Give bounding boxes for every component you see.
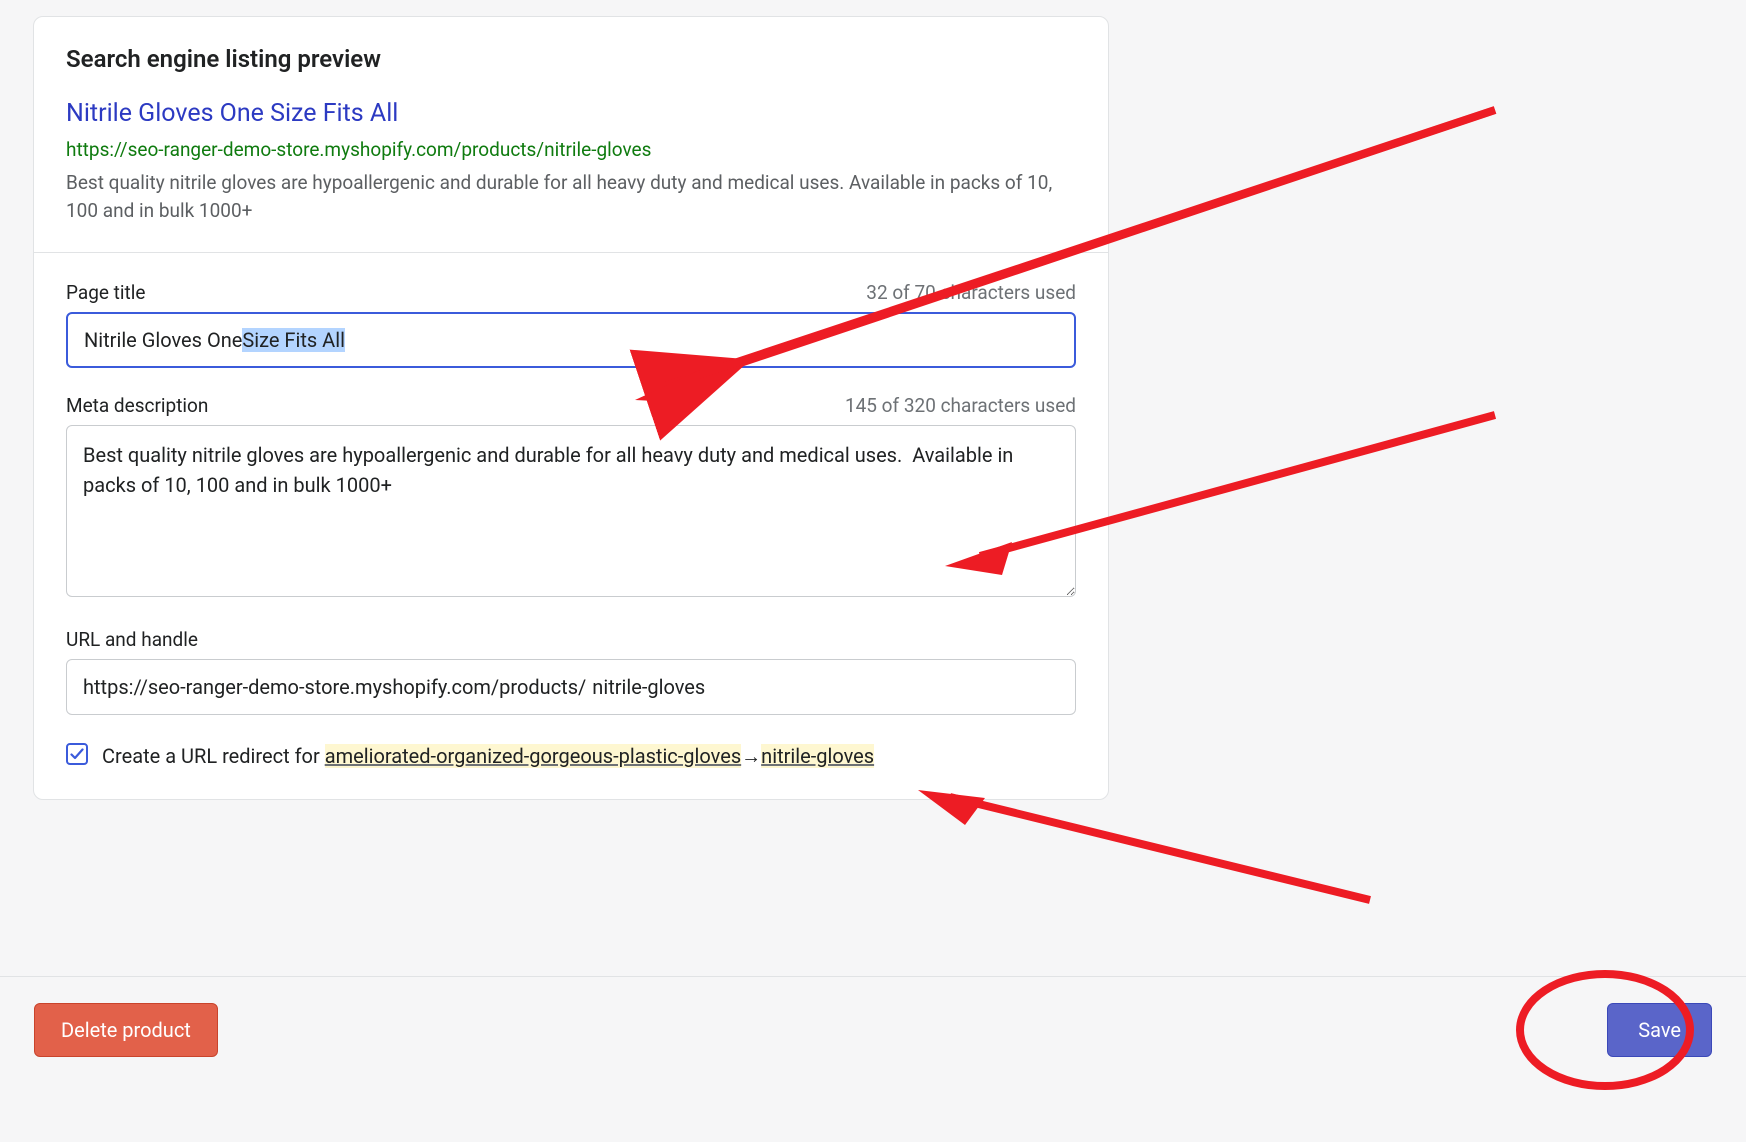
check-icon — [70, 747, 84, 761]
page-title-input[interactable] — [66, 312, 1076, 368]
seo-preview-section: Search engine listing preview Nitrile Gl… — [34, 17, 1108, 252]
seo-form-section: Page title 32 of 70 characters used Nitr… — [34, 252, 1108, 799]
page-title-field: Page title 32 of 70 characters used Nitr… — [66, 281, 1076, 368]
save-button[interactable]: Save — [1607, 1003, 1712, 1057]
seo-preview-url: https://seo-ranger-demo-store.myshopify.… — [66, 138, 1076, 161]
section-title: Search engine listing preview — [66, 45, 1076, 73]
meta-description-counter: 145 of 320 characters used — [845, 394, 1076, 417]
meta-description-field: Meta description 145 of 320 characters u… — [66, 394, 1076, 602]
meta-description-label: Meta description — [66, 394, 208, 417]
url-redirect-row: Create a URL redirect for ameliorated-or… — [66, 741, 1076, 771]
url-handle-input-wrap[interactable]: https://seo-ranger-demo-store.myshopify.… — [66, 659, 1076, 715]
url-handle-field: URL and handle https://seo-ranger-demo-s… — [66, 628, 1076, 715]
url-handle-prefix: https://seo-ranger-demo-store.myshopify.… — [83, 675, 586, 699]
url-handle-input[interactable] — [592, 675, 1059, 699]
meta-description-input[interactable] — [66, 425, 1076, 597]
url-redirect-label: Create a URL redirect for ameliorated-or… — [102, 741, 874, 771]
page-footer: Delete product Save — [0, 976, 1746, 1083]
url-redirect-checkbox[interactable] — [66, 743, 88, 765]
url-handle-label: URL and handle — [66, 628, 198, 651]
seo-preview-description: Best quality nitrile gloves are hypoalle… — [66, 169, 1076, 224]
page-title-label: Page title — [66, 281, 145, 304]
page-title-counter: 32 of 70 characters used — [866, 281, 1076, 304]
seo-card: Search engine listing preview Nitrile Gl… — [33, 16, 1109, 800]
seo-preview-title: Nitrile Gloves One Size Fits All — [66, 99, 1076, 128]
delete-product-button[interactable]: Delete product — [34, 1003, 218, 1057]
